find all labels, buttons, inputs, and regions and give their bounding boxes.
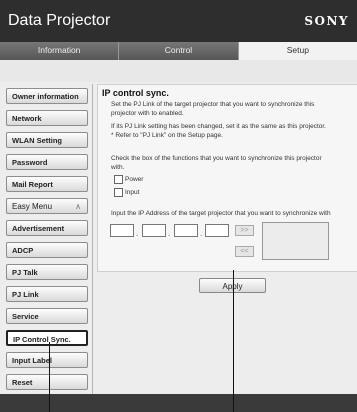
- browser-page: Data Projector SONY Information Control …: [0, 0, 357, 412]
- callout-line-right: [233, 270, 234, 412]
- sidebar-item-easy-menu[interactable]: Easy Menu ∧: [6, 198, 88, 214]
- sidebar-item-adcp[interactable]: ADCP: [6, 242, 88, 258]
- sub-toolbar: [0, 60, 357, 82]
- main-tabs: Information Control Setup: [0, 42, 357, 60]
- tab-information[interactable]: Information: [0, 42, 120, 60]
- ip-separator: .: [200, 229, 203, 238]
- check-intro-line-2: with.: [111, 164, 125, 171]
- ip-octet-2-input[interactable]: [142, 224, 166, 237]
- ip-intro: Input the IP Address of the target proje…: [111, 210, 331, 217]
- ip-address-list[interactable]: [262, 222, 329, 260]
- panel-title: IP control sync.: [102, 88, 169, 98]
- ip-octet-4-input[interactable]: [205, 224, 229, 237]
- description-line-1: Set the PJ Link of the target projector …: [111, 101, 315, 108]
- footer-bar: [0, 394, 357, 412]
- power-checkbox[interactable]: [114, 175, 123, 184]
- input-checkbox[interactable]: [114, 188, 123, 197]
- ip-octet-1-input[interactable]: [110, 224, 134, 237]
- sidebar-item-advertisement[interactable]: Advertisement: [6, 220, 88, 236]
- sidebar-item-mail-report[interactable]: Mail Report: [6, 176, 88, 192]
- brand-logo: SONY: [304, 14, 349, 28]
- sidebar-item-network[interactable]: Network: [6, 110, 88, 126]
- sidebar-item-owner-information[interactable]: Owner information: [6, 88, 88, 104]
- description-line-4: * Refer to "PJ Link" on the Setup page.: [111, 132, 223, 139]
- remove-ip-button[interactable]: <<: [235, 246, 254, 257]
- description-line-2: projector with to enabled.: [111, 110, 184, 117]
- sidebar-item-label: Easy Menu: [12, 202, 53, 211]
- description-line-3: If its PJ Link setting has been changed,…: [111, 123, 326, 130]
- ip-separator: .: [136, 229, 139, 238]
- tab-control[interactable]: Control: [119, 42, 239, 60]
- sidebar-item-ip-control-sync[interactable]: IP Control Sync.: [6, 330, 88, 346]
- chevron-up-icon: ∧: [75, 202, 81, 211]
- check-intro-line-1: Check the box of the functions that you …: [111, 155, 322, 162]
- sidebar-item-wlan-setting[interactable]: WLAN Setting: [6, 132, 88, 148]
- sidebar-item-reset[interactable]: Reset: [6, 374, 88, 390]
- sidebar-item-password[interactable]: Password: [6, 154, 88, 170]
- sidebar-item-input-label[interactable]: Input Label: [6, 352, 88, 368]
- sidebar-item-pj-link[interactable]: PJ Link: [6, 286, 88, 302]
- app-title: Data Projector: [8, 12, 111, 29]
- sidebar-item-pj-talk[interactable]: PJ Talk: [6, 264, 88, 280]
- power-label: Power: [125, 176, 144, 183]
- ip-separator: .: [168, 229, 171, 238]
- add-ip-button[interactable]: >>: [235, 225, 254, 236]
- input-label: Input: [125, 189, 140, 196]
- header-bar: Data Projector SONY: [0, 0, 357, 42]
- sidebar-divider: [92, 84, 93, 394]
- callout-line-left: [49, 342, 50, 412]
- ip-octet-3-input[interactable]: [174, 224, 198, 237]
- sidebar-item-service[interactable]: Service: [6, 308, 88, 324]
- tab-setup[interactable]: Setup: [238, 42, 357, 60]
- settings-panel: IP control sync. Set the PJ Link of the …: [97, 84, 357, 272]
